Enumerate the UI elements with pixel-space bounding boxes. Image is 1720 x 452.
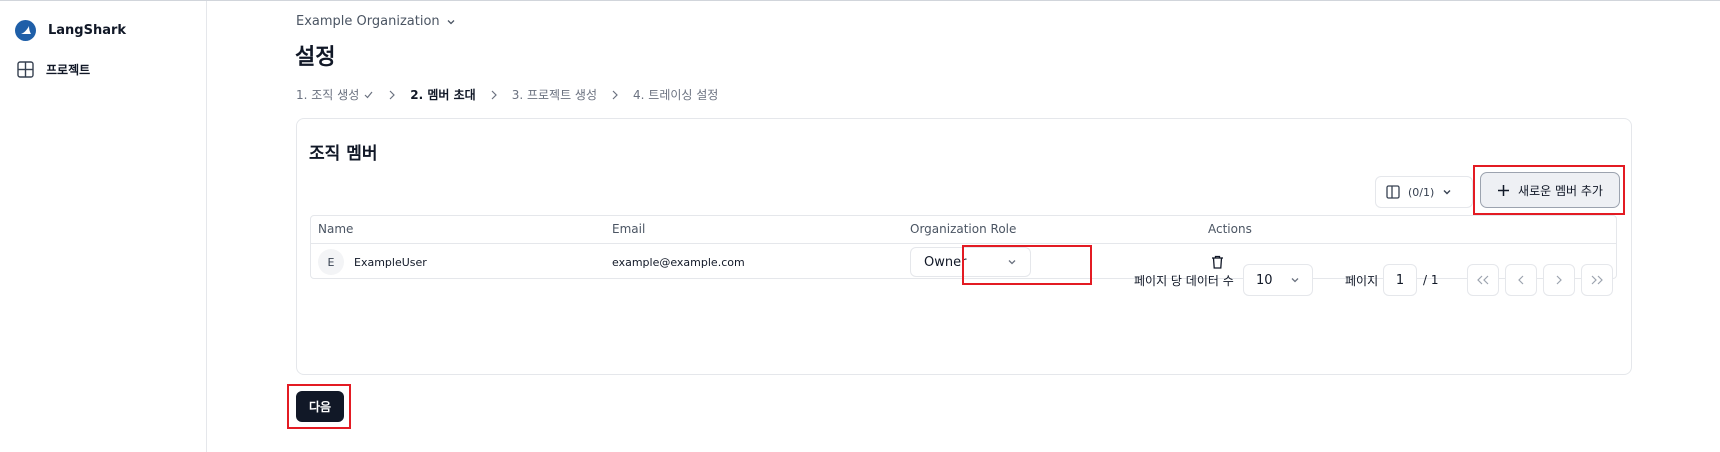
members-title: 조직 멤버 — [309, 144, 378, 164]
chevron-down-icon — [1443, 190, 1451, 195]
chevrons-right-icon — [1591, 275, 1603, 285]
step-label: 2. 멤버 초대 — [410, 88, 476, 102]
step-label: 4. 트레이싱 설정 — [633, 88, 719, 102]
chevron-down-icon — [447, 19, 455, 24]
sidebar: LangShark 프로젝트 — [0, 1, 207, 452]
table-header: Name Email Organization Role Actions — [311, 216, 1616, 244]
next-page-button[interactable] — [1543, 264, 1575, 296]
chevrons-left-icon — [1477, 275, 1489, 285]
column-header-email: Email — [612, 222, 646, 236]
step-label: 3. 프로젝트 생성 — [511, 88, 598, 102]
rows-per-page-select[interactable]: 10 — [1243, 264, 1313, 296]
previous-page-button[interactable] — [1505, 264, 1537, 296]
chevron-right-icon — [490, 90, 498, 100]
chevron-down-icon — [1291, 278, 1299, 283]
step-invite-members: 2. 멤버 초대 — [410, 86, 475, 103]
members-card: 조직 멤버 (0/1) 새로운 멤버 추가 Name Email Organiz… — [296, 118, 1632, 375]
organization-name: Example Organization — [296, 14, 440, 29]
chevron-right-icon — [388, 90, 396, 100]
step-tracing-setup: 4. 트레이싱 설정 — [633, 86, 718, 103]
column-header-name: Name — [318, 222, 354, 236]
brand-name: LangShark — [48, 23, 127, 38]
highlight-box — [287, 384, 351, 429]
member-email: example@example.com — [612, 244, 745, 280]
step-label: 1. 조직 생성 — [296, 88, 360, 102]
page-total: / 1 — [1423, 273, 1439, 287]
column-header-actions: Actions — [1208, 222, 1252, 236]
columns-icon — [1386, 185, 1400, 199]
chevron-left-icon — [1518, 275, 1524, 285]
column-header-role: Organization Role — [910, 222, 1017, 236]
rows-per-page-label: 페이지 당 데이터 수 — [1134, 273, 1234, 288]
avatar: E — [318, 249, 344, 275]
highlight-box — [1473, 165, 1625, 215]
chevron-right-icon — [1556, 275, 1562, 285]
first-page-button[interactable] — [1467, 264, 1499, 296]
highlight-box — [962, 245, 1092, 285]
brand[interactable]: LangShark — [15, 20, 126, 41]
sidebar-item-label: 프로젝트 — [46, 63, 91, 77]
member-name-cell: E ExampleUser — [318, 244, 427, 280]
check-icon — [364, 91, 373, 99]
step-create-org: 1. 조직 생성 — [296, 86, 374, 103]
page-title: 설정 — [295, 45, 336, 70]
setup-steps: 1. 조직 생성 2. 멤버 초대 3. 프로젝트 생성 4. 트레이싱 설정 — [296, 86, 718, 103]
sidebar-item-projects[interactable]: 프로젝트 — [17, 61, 90, 78]
step-create-project: 3. 프로젝트 생성 — [512, 86, 597, 103]
grid-icon — [17, 61, 34, 78]
role-value: Owner — [924, 254, 967, 270]
page-label: 페이지 — [1345, 273, 1379, 288]
column-visibility-button[interactable]: (0/1) — [1375, 176, 1473, 208]
langshark-logo-icon — [15, 20, 36, 41]
page-number-input[interactable] — [1383, 264, 1417, 296]
member-name: ExampleUser — [354, 255, 427, 269]
member-email-text: example@example.com — [612, 255, 745, 269]
rows-per-page-value: 10 — [1256, 272, 1273, 288]
last-page-button[interactable] — [1581, 264, 1613, 296]
chevron-right-icon — [611, 90, 619, 100]
column-count: (0/1) — [1408, 185, 1435, 199]
organization-switcher[interactable]: Example Organization — [296, 14, 456, 29]
